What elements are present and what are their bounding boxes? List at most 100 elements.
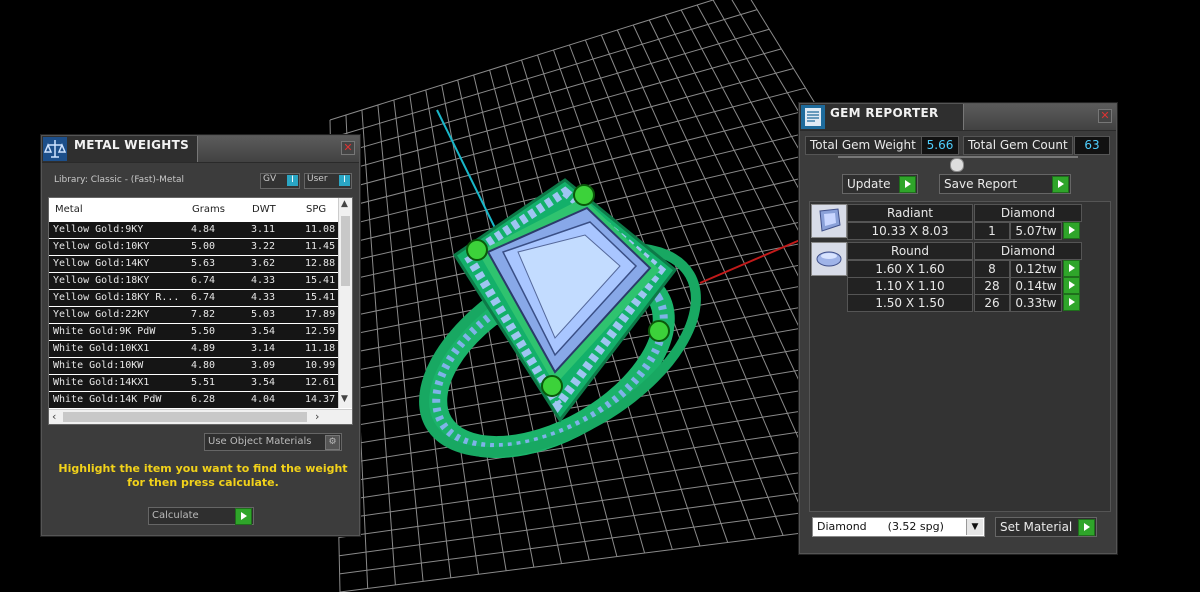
table-row[interactable]: White Gold:10KX1 4.89 3.14 11.18 xyxy=(49,341,338,357)
gem-weight: 0.12tw xyxy=(1010,260,1062,278)
cell-dwt: 4.33 xyxy=(251,292,276,303)
gv-indicator: I xyxy=(287,175,298,186)
table-row[interactable]: White Gold:9K PdW 5.50 3.54 12.59 xyxy=(49,324,338,340)
column-header-dwt[interactable]: DWT xyxy=(252,204,276,215)
column-header-grams[interactable]: Grams xyxy=(192,204,225,215)
scroll-right-icon[interactable]: › xyxy=(315,410,319,423)
horizontal-scrollbar[interactable]: ‹ › xyxy=(49,409,352,424)
scroll-up-icon[interactable]: ▲ xyxy=(341,199,348,209)
calculate-button[interactable]: Calculate xyxy=(148,507,254,525)
table-row[interactable]: White Gold:14KX1 5.51 3.54 12.61 xyxy=(49,375,338,391)
column-header-metal[interactable]: Metal xyxy=(55,204,83,215)
set-material-button[interactable]: Set Material xyxy=(995,517,1097,537)
cell-grams: 6.74 xyxy=(191,275,216,286)
gem-size: 10.33 X 8.03 xyxy=(847,222,973,240)
table-header: Metal Grams DWT SPG xyxy=(49,198,338,220)
scale-icon xyxy=(43,137,67,161)
gem-material-radiant: Diamond xyxy=(974,204,1082,222)
close-icon[interactable]: ✕ xyxy=(341,141,355,155)
table-row[interactable]: Yellow Gold:9KY 4.84 3.11 11.08 xyxy=(49,222,338,238)
cell-dwt: 3.09 xyxy=(251,360,276,371)
select-gem-arrow-icon[interactable] xyxy=(1063,277,1080,294)
gem-weight: 5.07tw xyxy=(1010,222,1062,240)
total-gem-count-label: Total Gem Count xyxy=(963,136,1073,155)
cell-metal: White Gold:14K PdW xyxy=(53,394,162,405)
table-row[interactable]: Yellow Gold:22KY 7.82 5.03 17.89 xyxy=(49,307,338,323)
scroll-left-icon[interactable]: ‹ xyxy=(52,410,56,423)
gv-toggle[interactable]: GV I xyxy=(260,173,300,189)
save-report-button[interactable]: Save Report xyxy=(939,174,1071,194)
total-gem-weight-value: 5.66 xyxy=(921,136,959,155)
play-arrow-icon xyxy=(1052,176,1069,193)
table-row[interactable]: White Gold:14K PdW 6.28 4.04 14.37 xyxy=(49,392,338,408)
table-row[interactable]: Yellow Gold:10KY 5.00 3.22 11.45 xyxy=(49,239,338,255)
use-object-materials-dropdown[interactable]: Use Object Materials ⚙ xyxy=(204,433,342,451)
horizontal-scroll-thumb[interactable] xyxy=(63,412,307,422)
close-icon[interactable]: ✕ xyxy=(1098,109,1112,123)
metal-weights-tab[interactable]: METAL WEIGHTS xyxy=(42,136,198,162)
cell-spg: 15.41 xyxy=(305,275,336,286)
cell-dwt: 3.22 xyxy=(251,241,276,252)
gem-reporter-tab[interactable]: GEM REPORTER xyxy=(800,104,964,130)
cell-dwt: 3.14 xyxy=(251,343,276,354)
cell-metal: White Gold:10KX1 xyxy=(53,343,150,354)
table-row[interactable]: Yellow Gold:18KY 6.74 4.33 15.41 xyxy=(49,273,338,289)
update-label: Update xyxy=(847,177,891,191)
table-row[interactable]: Yellow Gold:18KY R... 6.74 4.33 15.41 xyxy=(49,290,338,306)
radiant-gem-icon xyxy=(811,204,847,238)
cell-spg: 12.59 xyxy=(305,326,336,337)
cell-grams: 4.89 xyxy=(191,343,216,354)
material-select-value: Diamond (3.52 spg) xyxy=(817,520,944,533)
gv-label: GV xyxy=(263,174,277,184)
cell-grams: 5.51 xyxy=(191,377,216,388)
cell-dwt: 5.03 xyxy=(251,309,276,320)
play-arrow-icon xyxy=(1078,519,1095,536)
gem-reporter-titlebar[interactable]: GEM REPORTER ✕ xyxy=(800,104,1116,131)
cell-grams: 5.00 xyxy=(191,241,216,252)
save-report-label: Save Report xyxy=(944,177,1018,191)
play-arrow-icon xyxy=(899,176,916,193)
scroll-thumb[interactable] xyxy=(341,216,350,286)
gem-reporter-panel: GEM REPORTER ✕ Total Gem Weight 5.66 Tot… xyxy=(799,103,1117,554)
gem-count: 28 xyxy=(974,277,1010,295)
cell-metal: Yellow Gold:18KY R... xyxy=(53,292,180,303)
select-gem-arrow-icon[interactable] xyxy=(1063,222,1080,239)
cell-spg: 10.99 xyxy=(305,360,336,371)
cell-spg: 12.88 xyxy=(305,258,336,269)
gem-reporter-title: GEM REPORTER xyxy=(830,106,939,120)
material-select[interactable]: Diamond (3.52 spg) ▼ xyxy=(812,517,985,537)
gem-count: 8 xyxy=(974,260,1010,278)
scroll-down-icon[interactable]: ▼ xyxy=(341,394,348,404)
cell-dwt: 3.11 xyxy=(251,224,276,235)
use-object-materials-label: Use Object Materials xyxy=(208,436,312,447)
cell-grams: 4.80 xyxy=(191,360,216,371)
cell-dwt: 3.54 xyxy=(251,326,276,337)
table-row[interactable]: White Gold:10KW 4.80 3.09 10.99 xyxy=(49,358,338,374)
cell-spg: 14.37 xyxy=(305,394,336,405)
cell-dwt: 3.62 xyxy=(251,258,276,269)
metal-weights-titlebar[interactable]: METAL WEIGHTS ✕ xyxy=(42,136,359,163)
gem-list: Radiant Diamond 10.33 X 8.03 1 5.07tw Ro… xyxy=(809,201,1111,512)
column-header-spg[interactable]: SPG xyxy=(306,204,326,215)
table-row[interactable]: Yellow Gold:14KY 5.63 3.62 12.88 xyxy=(49,256,338,272)
metal-weights-panel: METAL WEIGHTS ✕ Library: Classic - (Fast… xyxy=(41,135,360,536)
vertical-scrollbar[interactable]: ▲ ▼ xyxy=(338,198,352,408)
splitter-handle[interactable] xyxy=(950,158,964,172)
select-gem-arrow-icon[interactable] xyxy=(1063,260,1080,277)
user-toggle[interactable]: User I xyxy=(304,173,352,189)
cell-dwt: 4.33 xyxy=(251,275,276,286)
metal-table[interactable]: Metal Grams DWT SPG Yellow Gold:9KY 4.84 3… xyxy=(48,197,353,425)
user-label: User xyxy=(307,174,328,184)
cell-grams: 4.84 xyxy=(191,224,216,235)
gem-size: 1.60 X 1.60 xyxy=(847,260,973,278)
gem-material-round: Diamond xyxy=(974,242,1082,260)
gem-shape-round: Round xyxy=(847,242,973,260)
cell-grams: 5.63 xyxy=(191,258,216,269)
gem-weight: 0.33tw xyxy=(1010,294,1062,312)
set-material-label: Set Material xyxy=(1000,520,1073,534)
gem-shape-radiant: Radiant xyxy=(847,204,973,222)
select-gem-arrow-icon[interactable] xyxy=(1063,294,1080,311)
cell-dwt: 4.04 xyxy=(251,394,276,405)
chevron-down-icon[interactable]: ▼ xyxy=(966,519,983,535)
update-button[interactable]: Update xyxy=(842,174,918,194)
